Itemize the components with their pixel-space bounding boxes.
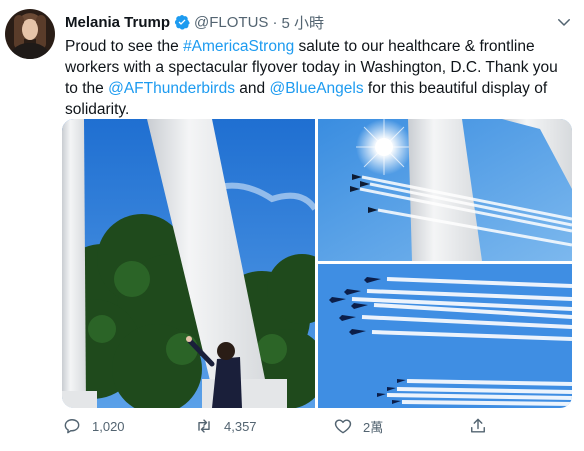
tweet-header: Melania Trump @FLOTUS · 5 小時 [65, 12, 324, 32]
tweet-text-part: Proud to see the [65, 38, 184, 55]
avatar[interactable] [5, 9, 55, 59]
avatar-face [22, 19, 38, 40]
like-count: 2萬 [363, 419, 384, 435]
media-divider-horizontal [318, 261, 572, 264]
handle[interactable]: @FLOTUS [194, 14, 268, 31]
retweet-icon [198, 419, 210, 433]
media-photo-blue-angels[interactable] [318, 264, 572, 408]
mention-link-thunderbirds[interactable]: @AFThunderbirds [108, 80, 235, 97]
retweet-count: 4,357 [224, 418, 257, 434]
timestamp[interactable]: 5 小時 [281, 12, 324, 33]
reply-count: 1,020 [92, 418, 125, 434]
share-action[interactable] [468, 414, 498, 438]
retweet-action[interactable]: 4,357 [194, 414, 257, 438]
hashtag-link[interactable]: #AmericaStrong [183, 38, 294, 55]
tweet-actions: 1,020 4,357 2萬 [62, 414, 492, 438]
reply-icon [64, 419, 80, 434]
media-divider-vertical [315, 119, 318, 408]
share-icon [471, 418, 485, 433]
separator-dot: · [272, 13, 278, 31]
chevron-down-icon[interactable] [555, 13, 573, 31]
tweet-text-part: and [234, 80, 270, 97]
media-photo-columns-left[interactable] [62, 119, 337, 408]
media-grid [62, 119, 572, 408]
like-action[interactable]: 2萬 [333, 414, 383, 438]
heart-icon [334, 419, 352, 434]
verified-badge-icon [174, 15, 190, 30]
media-photo-sun-flyover[interactable] [318, 119, 572, 261]
reply-action[interactable]: 1,020 [62, 414, 125, 438]
display-name[interactable]: Melania Trump [65, 14, 170, 31]
mention-link-blueangels[interactable]: @BlueAngels [269, 80, 363, 97]
tweet-card[interactable]: Melania Trump @FLOTUS · 5 小時 Proud to se… [0, 0, 584, 451]
tweet-text: Proud to see the #AmericaStrong salute t… [65, 36, 570, 120]
